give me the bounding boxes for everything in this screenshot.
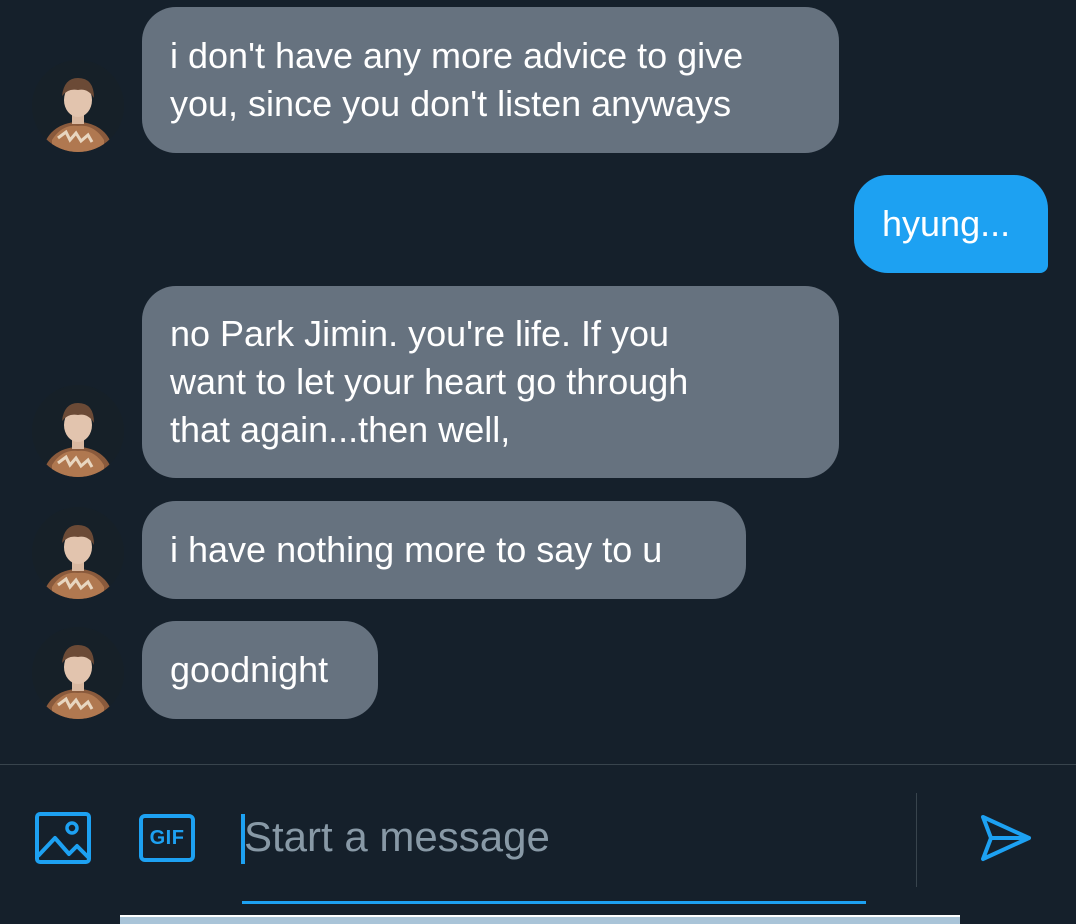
dm-conversation: i don't have any more advice to give you… [0, 0, 1076, 924]
message-bubble-sent[interactable]: hyung... [854, 175, 1048, 273]
composer-separator [916, 793, 917, 887]
keyboard-edge [120, 915, 960, 924]
text-cursor [241, 814, 245, 864]
message-composer: GIF [0, 765, 1076, 924]
send-icon [981, 815, 1031, 861]
message-input[interactable] [240, 809, 868, 865]
add-image-button[interactable] [34, 811, 92, 865]
message-bubble[interactable]: i have nothing more to say to u [142, 501, 746, 599]
message-bubble[interactable]: i don't have any more advice to give you… [142, 7, 839, 153]
gif-icon: GIF [139, 814, 195, 862]
avatar-photo-icon [32, 507, 124, 599]
avatar[interactable] [32, 60, 124, 152]
avatar[interactable] [32, 385, 124, 477]
image-icon [35, 812, 91, 864]
input-underline [242, 901, 866, 904]
avatar-photo-icon [32, 627, 124, 719]
avatar-photo-icon [32, 385, 124, 477]
message-bubble[interactable]: no Park Jimin. you're life. If you want … [142, 286, 839, 478]
message-bubble[interactable]: goodnight [142, 621, 378, 719]
avatar-photo-icon [32, 60, 124, 152]
avatar[interactable] [32, 507, 124, 599]
gif-button[interactable]: GIF [139, 814, 195, 862]
avatar[interactable] [32, 627, 124, 719]
send-button[interactable] [978, 811, 1034, 865]
